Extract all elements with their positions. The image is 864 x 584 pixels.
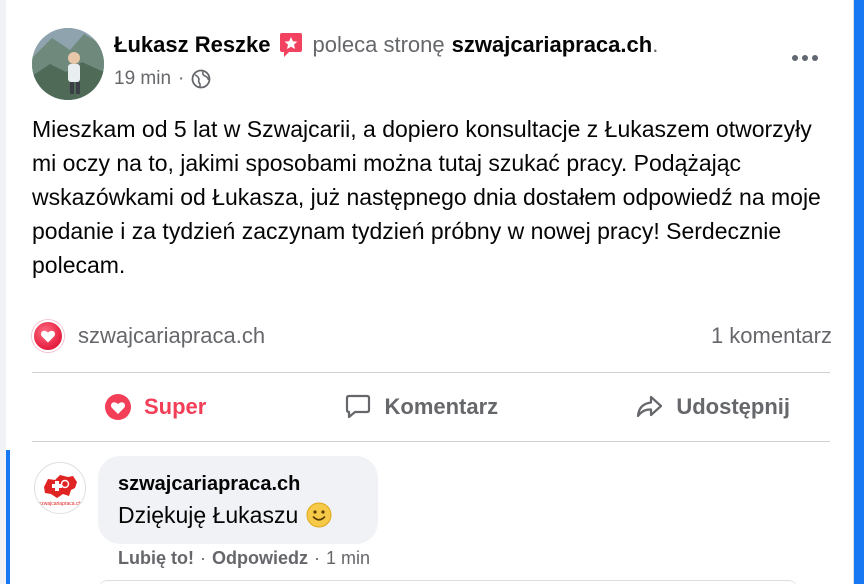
comment-reply-link[interactable]: Odpowiedz xyxy=(212,548,308,569)
author-avatar[interactable] xyxy=(32,28,104,100)
love-reaction-icon xyxy=(105,394,131,420)
share-arrow-icon xyxy=(637,395,663,418)
recommendation-star-icon xyxy=(277,31,305,59)
smile-emoji-icon xyxy=(306,502,332,528)
comments-count-link[interactable]: 1 komentarz xyxy=(711,323,832,349)
actions-bottom-divider xyxy=(32,441,830,442)
love-reaction-icon xyxy=(32,320,64,352)
comment-like-link[interactable]: Lubię to! xyxy=(118,548,194,569)
comment-text: Dziękuję Łukaszu xyxy=(118,502,299,528)
comment-separator: · xyxy=(199,548,206,568)
scroll-edge xyxy=(854,0,864,584)
feed-viewport: Łukasz Reszke poleca stronę szwajcariapr… xyxy=(0,0,864,584)
more-dot-icon xyxy=(812,55,818,61)
comment-actions: Lubię to! · Odpowiedz · 1 min xyxy=(118,548,370,569)
more-dot-icon xyxy=(802,55,808,61)
react-button[interactable]: Super xyxy=(104,393,206,421)
comment-button-label: Komentarz xyxy=(384,394,499,419)
thread-indicator xyxy=(6,450,10,584)
next-comment-edge xyxy=(98,580,798,584)
reactions-label: szwajcariapraca.ch xyxy=(78,323,266,348)
author-name[interactable]: Łukasz Reszke xyxy=(114,32,271,58)
commenter-avatar[interactable]: szwajcariapraca.ch xyxy=(34,462,86,514)
react-button-label: Super xyxy=(144,394,207,419)
actions-top-divider xyxy=(32,372,830,373)
comment-separator: · xyxy=(313,548,320,568)
comment-bubble: szwajcariapraca.ch Dziękuję Łukaszu xyxy=(98,456,378,544)
swiss-map-logo-icon: szwajcariapraca.ch xyxy=(39,475,82,507)
comment-author[interactable]: szwajcariapraca.ch xyxy=(118,470,358,498)
post-card: Łukasz Reszke poleca stronę szwajcariapr… xyxy=(6,0,854,584)
post-timestamp[interactable]: 19 min xyxy=(114,68,171,90)
more-options-button[interactable] xyxy=(785,48,825,68)
recommends-text: poleca stronę xyxy=(312,32,445,57)
post-stats: szwajcariapraca.ch 1 komentarz xyxy=(32,318,832,354)
share-button-label: Udostępnij xyxy=(676,394,790,419)
comment-button[interactable]: Komentarz xyxy=(343,393,499,421)
meta-separator: · xyxy=(178,68,185,89)
post-actions: Super Komentarz Udostępnij xyxy=(32,374,830,440)
header-period: . xyxy=(652,32,659,57)
recommended-page-link[interactable]: szwajcariapraca.ch xyxy=(452,32,653,58)
comment-text-row: Dziękuję Łukaszu xyxy=(118,498,358,532)
comment-thread: szwajcariapraca.ch szwajcariapraca.ch Dz… xyxy=(6,450,854,584)
reactions-summary[interactable]: szwajcariapraca.ch xyxy=(32,320,265,352)
logo-wordmark: szwajcariapraca.ch xyxy=(39,501,82,507)
comment-timestamp[interactable]: 1 min xyxy=(326,548,370,569)
globe-icon xyxy=(191,69,211,89)
share-button[interactable]: Udostępnij xyxy=(634,393,790,421)
more-dot-icon xyxy=(792,55,798,61)
post-body: Mieszkam od 5 lat w Szwajcarii, a dopier… xyxy=(32,116,821,278)
post-meta: 19 min · xyxy=(114,66,211,92)
post-header: Łukasz Reszke poleca stronę szwajcariapr… xyxy=(114,30,658,60)
comment-bubble-icon xyxy=(345,394,370,419)
